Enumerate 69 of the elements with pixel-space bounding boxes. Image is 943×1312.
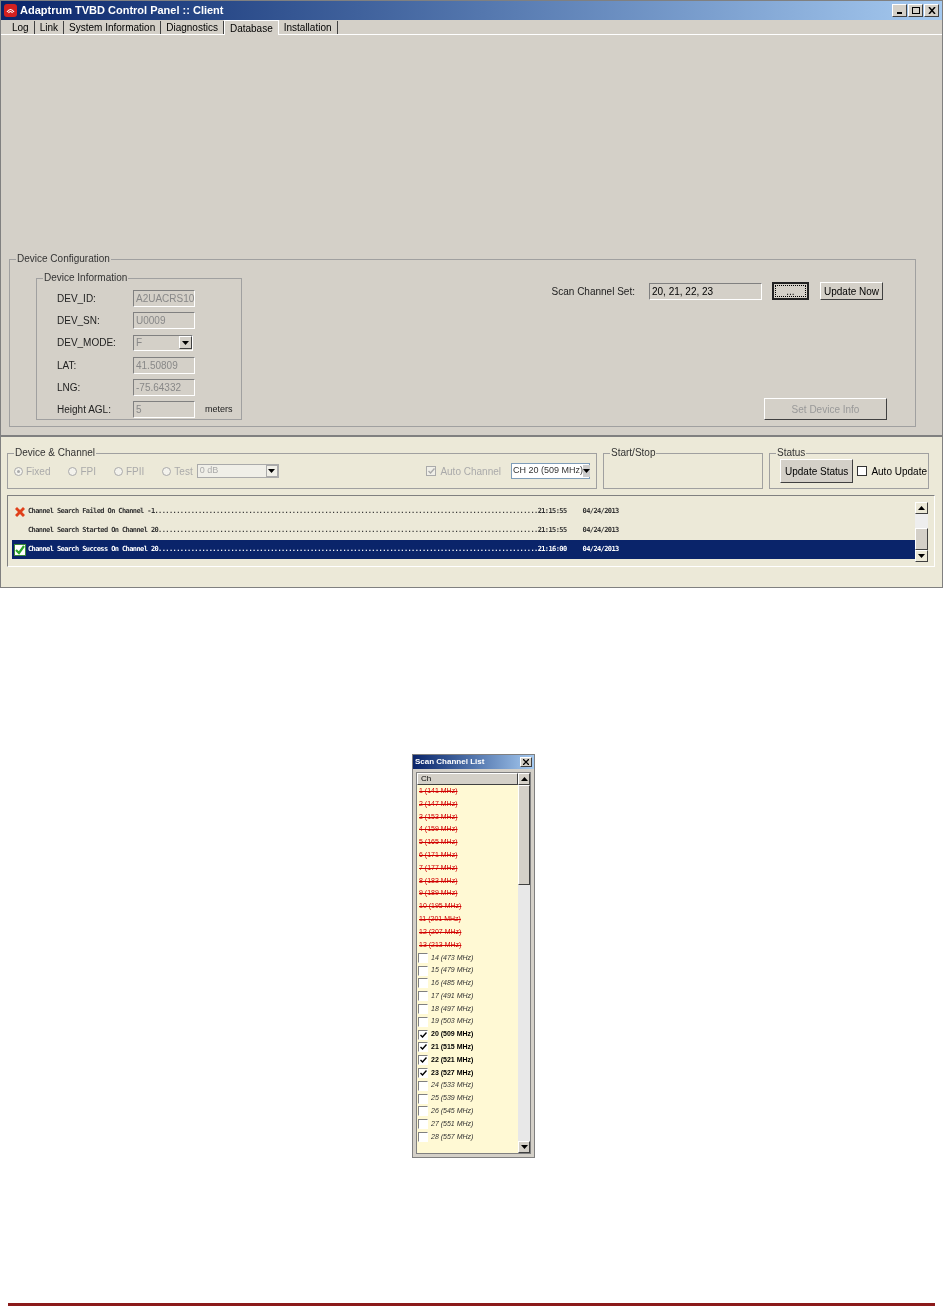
close-button[interactable] [924,4,939,17]
radio-button[interactable] [68,466,78,476]
checkbox[interactable] [418,1016,428,1027]
checkbox[interactable] [418,952,428,963]
update-status-button[interactable]: Update Status [780,459,854,483]
radio-button[interactable] [162,466,172,476]
close-button[interactable] [520,757,532,767]
checkbox[interactable] [418,965,428,976]
field-label: DEV_ID: [57,291,97,306]
field-label: Height AGL: [57,403,112,418]
radio-button[interactable] [14,466,23,476]
group-title: Status [776,447,807,459]
checkbox[interactable] [418,1093,428,1104]
checkbox[interactable] [418,1042,428,1053]
radio-button[interactable] [114,466,123,476]
close-icon [523,759,529,765]
checkbox[interactable] [418,1029,428,1040]
field-label: DEV_SN: [57,314,101,328]
window-title: Adaptrum TVBD Control Panel :: Client [20,3,224,19]
group-title: Device Information [43,272,129,284]
down-arrow-icon [268,469,276,473]
app-logo-icon [4,4,17,17]
field-label: LAT: [57,358,78,373]
channel-dropdown[interactable]: CH 20 (509 MHz) [511,463,590,479]
checkbox[interactable] [426,466,437,476]
down-arrow-icon [182,340,189,345]
unit-label: meters [205,403,233,417]
column-header[interactable]: Ch [417,773,518,785]
field-label: DEV_MODE: [57,336,117,351]
checkbox[interactable] [418,991,428,1002]
maximize-icon [911,7,920,14]
checkbox[interactable] [418,978,428,989]
field-label: Scan Channel Set: [551,284,635,299]
scrollbar[interactable] [915,502,928,562]
checkbox[interactable] [418,1131,428,1142]
checkbox[interactable] [418,1067,428,1078]
tab[interactable]: Database [223,20,279,35]
dialog-title: Scan Channel List [415,756,485,768]
checkbox-label: Auto Channel [440,464,501,479]
minimize-button[interactable] [892,4,907,17]
update-now-button[interactable]: Update Now [819,282,883,300]
down-arrow-icon [918,554,925,558]
checkbox[interactable] [418,1055,428,1066]
checkbox[interactable] [418,1003,428,1014]
scan-channel-field[interactable]: 20, 21, 22, 23 [648,282,762,300]
checkbox[interactable] [418,1106,428,1117]
close-icon [927,7,936,14]
down-arrow-icon [583,469,591,473]
group-title: Start/Stop [610,447,657,459]
scrollbar[interactable] [518,773,530,1153]
checkbox[interactable] [418,1080,428,1091]
down-arrow-icon [520,1145,528,1149]
radio-label: FPII [126,464,145,479]
browse-button[interactable]: ... [771,282,809,300]
group-title: Device & Channel [14,447,97,459]
group-title: Device Configuration [16,253,111,265]
checkbox[interactable] [418,1119,428,1130]
up-arrow-icon [520,777,528,781]
up-arrow-icon [918,506,925,510]
field-label: LNG: [57,380,82,395]
cross-icon [14,505,26,518]
checkbox-label: Auto Update [871,464,927,479]
checkbox[interactable] [857,466,868,476]
radio-label: Test [174,464,193,479]
radio-label: FPI [80,464,96,479]
check-icon [427,468,435,474]
maximize-button[interactable] [908,4,923,17]
radio-label: Fixed [26,464,51,479]
check-icon [14,543,26,556]
